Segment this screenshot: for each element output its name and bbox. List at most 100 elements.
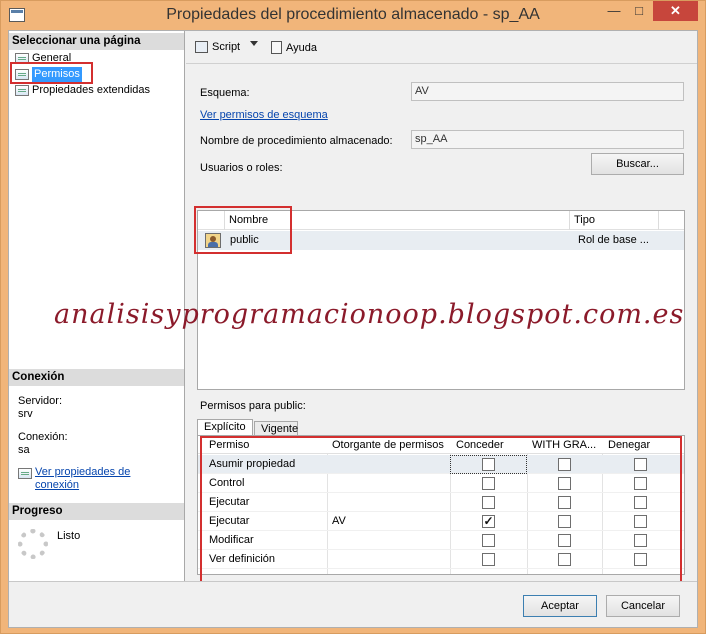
with-grant-checkbox[interactable] bbox=[558, 496, 571, 509]
page-item-permisos[interactable]: Permisos bbox=[15, 67, 82, 82]
deny-checkbox[interactable] bbox=[634, 496, 647, 509]
deny-checkbox[interactable] bbox=[634, 515, 647, 528]
script-dropdown-button[interactable] bbox=[250, 41, 258, 46]
progress-spinner-icon bbox=[18, 529, 48, 559]
connection-value: sa bbox=[18, 444, 30, 456]
users-grid-header: Nombre Tipo bbox=[198, 211, 684, 230]
page-item-label: Propiedades extendidas bbox=[32, 84, 151, 96]
help-icon bbox=[271, 41, 282, 54]
minimize-button[interactable]: — bbox=[604, 1, 624, 21]
table-row[interactable]: Ver definición bbox=[198, 550, 684, 569]
page-item-label: Permisos bbox=[32, 67, 82, 82]
proc-name-field[interactable]: sp_AA bbox=[411, 130, 684, 149]
help-button[interactable]: Ayuda bbox=[271, 41, 317, 54]
users-roles-label: Usuarios o roles: bbox=[200, 162, 283, 174]
grant-checkbox[interactable] bbox=[482, 496, 495, 509]
progress-header: Progreso bbox=[9, 503, 184, 520]
permissions-page: Esquema: AV Ver permisos de esquema Nomb… bbox=[54, 65, 697, 590]
view-schema-permissions-link[interactable]: Ver permisos de esquema bbox=[200, 109, 328, 121]
grant-checkbox[interactable]: ✓ bbox=[482, 515, 495, 528]
script-icon bbox=[195, 41, 208, 53]
column-header-otorgante[interactable]: Otorgante de permisos bbox=[332, 439, 444, 451]
schema-label: Esquema: bbox=[200, 87, 250, 99]
proc-name-label: Nombre de procedimiento almacenado: bbox=[200, 135, 393, 147]
grant-checkbox[interactable] bbox=[482, 553, 495, 566]
tab-explicito[interactable]: Explícito bbox=[197, 419, 253, 436]
close-button[interactable]: ✕ bbox=[653, 1, 698, 21]
permission-cell: Ejecutar bbox=[209, 496, 250, 508]
deny-checkbox[interactable] bbox=[634, 477, 647, 490]
toolbar: Script Ayuda bbox=[186, 31, 697, 64]
cancel-button[interactable]: Cancelar bbox=[606, 595, 680, 617]
tab-vigente[interactable]: Vigente bbox=[254, 421, 298, 436]
permissions-grid-header: Permiso Otorgante de permisos Conceder W… bbox=[198, 436, 684, 454]
page-icon bbox=[15, 85, 29, 96]
server-label: Servidor: bbox=[18, 395, 63, 407]
column-separator bbox=[569, 211, 570, 230]
connection-header: Conexión bbox=[9, 369, 184, 386]
chevron-down-icon bbox=[250, 41, 258, 46]
permissions-for-label: Permisos para public: bbox=[200, 400, 306, 412]
page-item-extended-properties[interactable]: Propiedades extendidas bbox=[15, 83, 150, 98]
permission-cell: Ejecutar bbox=[209, 515, 250, 527]
with-grant-checkbox[interactable] bbox=[558, 458, 571, 471]
column-header-denegar[interactable]: Denegar bbox=[608, 439, 650, 451]
column-header-with-grant[interactable]: WITH GRA... bbox=[532, 439, 596, 451]
column-header-nombre[interactable]: Nombre bbox=[229, 214, 268, 226]
column-header-conceder[interactable]: Conceder bbox=[456, 439, 504, 451]
grant-checkbox[interactable] bbox=[482, 534, 495, 547]
script-button[interactable]: Script bbox=[195, 41, 240, 53]
with-grant-checkbox[interactable] bbox=[558, 515, 571, 528]
search-button[interactable]: Buscar... bbox=[591, 153, 684, 175]
connection-properties-icon bbox=[18, 468, 32, 479]
permission-cell: Ver definición bbox=[209, 553, 276, 565]
server-value: srv bbox=[18, 408, 33, 420]
view-connection-properties-link[interactable]: Ver propiedades de conexión bbox=[18, 466, 130, 491]
view-connection-properties-line2: conexión bbox=[35, 479, 80, 491]
with-grant-checkbox[interactable] bbox=[558, 477, 571, 490]
column-separator bbox=[658, 211, 659, 230]
column-header-tipo[interactable]: Tipo bbox=[574, 214, 595, 226]
permission-cell: Modificar bbox=[209, 534, 254, 546]
ok-button[interactable]: Aceptar bbox=[523, 595, 597, 617]
schema-field[interactable]: AV bbox=[411, 82, 684, 101]
grant-checkbox[interactable] bbox=[482, 477, 495, 490]
column-header-permiso[interactable]: Permiso bbox=[209, 439, 249, 451]
permission-cell: Asumir propiedad bbox=[209, 458, 296, 470]
focused-cell-outline bbox=[450, 455, 527, 474]
table-row[interactable]: Modificar bbox=[198, 531, 684, 550]
page-icon bbox=[15, 53, 29, 64]
grantor-cell: AV bbox=[332, 515, 346, 527]
user-name-cell: public bbox=[230, 234, 259, 246]
deny-checkbox[interactable] bbox=[634, 553, 647, 566]
blog-watermark: analisisyprogramacionoop.blogspot.com.es bbox=[54, 299, 685, 330]
connection-label: Conexión: bbox=[18, 431, 68, 443]
table-row[interactable]: Ejecutar bbox=[198, 493, 684, 512]
script-label: Script bbox=[212, 41, 241, 53]
with-grant-checkbox[interactable] bbox=[558, 534, 571, 547]
table-row[interactable]: public Rol de base ... bbox=[198, 231, 684, 250]
title-bar[interactable]: Propiedades del procedimiento almacenado… bbox=[1, 1, 705, 30]
column-separator bbox=[224, 211, 225, 230]
table-row[interactable]: Ejecutar AV ✓ bbox=[198, 512, 684, 531]
deny-checkbox[interactable] bbox=[634, 534, 647, 547]
page-item-general[interactable]: General bbox=[15, 51, 71, 66]
deny-checkbox[interactable] bbox=[634, 458, 647, 471]
table-row[interactable]: Control bbox=[198, 474, 684, 493]
dialog-footer: Aceptar Cancelar bbox=[9, 581, 697, 627]
role-icon bbox=[205, 233, 221, 248]
view-connection-properties-line1: Ver propiedades de bbox=[35, 466, 131, 478]
permissions-grid[interactable]: Permiso Otorgante de permisos Conceder W… bbox=[197, 435, 685, 575]
view-connection-properties-text: Ver propiedades de conexión bbox=[35, 466, 130, 492]
dialog-client: Seleccionar una página General Permisos … bbox=[8, 30, 698, 628]
progress-status: Listo bbox=[57, 530, 81, 542]
permission-cell: Control bbox=[209, 477, 245, 489]
page-item-label: General bbox=[32, 52, 72, 64]
maximize-button[interactable]: □ bbox=[629, 1, 649, 21]
table-row[interactable]: Asumir propiedad bbox=[198, 455, 684, 474]
window-title: Propiedades del procedimiento almacenado… bbox=[166, 6, 540, 23]
user-type-cell: Rol de base ... bbox=[578, 234, 649, 246]
with-grant-checkbox[interactable] bbox=[558, 553, 571, 566]
select-page-header: Seleccionar una página bbox=[9, 33, 184, 50]
help-label: Ayuda bbox=[286, 41, 317, 54]
